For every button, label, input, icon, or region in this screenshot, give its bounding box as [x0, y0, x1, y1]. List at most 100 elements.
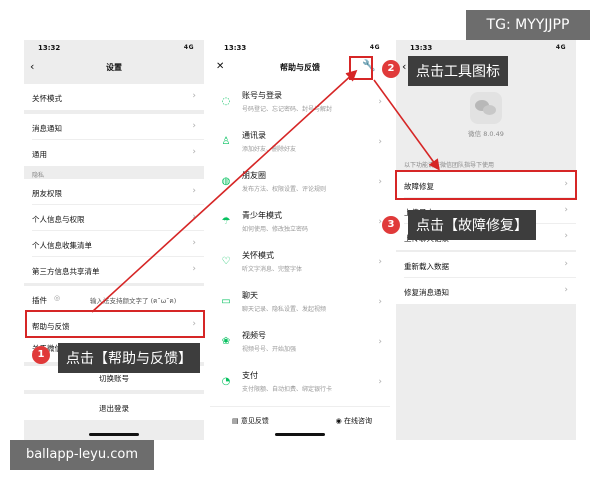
status-bar: 13:33 4G — [396, 40, 576, 54]
repair-notice-row[interactable]: 修复消息通知 › — [396, 278, 576, 304]
chevron-right-icon: › — [192, 186, 196, 196]
status-time: 13:33 — [410, 44, 433, 52]
chevron-right-icon: › — [192, 147, 196, 157]
tools-hint: 以下功能请在微信团队指导下使用 — [404, 162, 495, 169]
help-item-care-mode[interactable]: ♡ 关怀模式 听文字消息、完整字体 › — [210, 244, 390, 284]
help-item-payment[interactable]: ◔ 支付 支付限额、自动扣费、绑定银行卡 › — [210, 364, 390, 404]
chevron-right-icon: › — [378, 297, 382, 307]
settings-row-general[interactable]: 通用 › — [24, 140, 204, 166]
contacts-icon: ♙ — [221, 136, 231, 147]
help-item-contacts[interactable]: ♙ 通讯录 添加好友、删除好友 › — [210, 124, 390, 164]
signal-indicator: 4G — [555, 44, 566, 51]
step-2-callout: 点击工具图标 — [408, 56, 508, 86]
account-icon: ◌ — [221, 96, 231, 107]
help-item-title: 青少年模式 — [242, 211, 282, 220]
help-item-title: 聊天 — [242, 291, 258, 300]
chevron-right-icon: › — [378, 177, 382, 187]
help-item-channels[interactable]: ❀ 视频号 视频号号、开始加强 › — [210, 324, 390, 364]
help-item-subtitle: 支付限额、自动扣费、绑定银行卡 — [242, 386, 333, 393]
chevron-right-icon: › — [564, 285, 568, 295]
help-item-subtitle: 视频号号、开始加强 — [242, 346, 297, 353]
headset-icon: ◉ — [335, 417, 344, 425]
nav-bar: ‹ 设置 — [24, 56, 204, 78]
online-consult-button[interactable]: ◉ 在线咨询 — [336, 416, 372, 426]
chevron-right-icon: › — [192, 91, 196, 101]
feedback-button[interactable]: ▤ 意见反馈 — [232, 416, 269, 426]
chevron-right-icon: › — [192, 121, 196, 131]
feedback-label: 意见反馈 — [240, 417, 269, 425]
status-bar: 13:32 4G — [24, 40, 204, 54]
row-label: 插件 — [32, 296, 47, 305]
help-item-title: 通讯录 — [242, 131, 266, 140]
row-label: 个人信息与权限 — [32, 215, 85, 224]
settings-group-1: 关怀模式 › — [24, 84, 204, 110]
settings-row-care-mode[interactable]: 关怀模式 › — [24, 84, 204, 110]
help-item-subtitle: 聊天记录、隐私设置、发起视频 — [242, 306, 327, 313]
feedback-icon: ▤ — [232, 417, 241, 425]
home-indicator — [275, 433, 325, 436]
highlight-wrench — [349, 56, 373, 80]
help-item-title: 朋友圈 — [242, 171, 266, 180]
status-bar: 13:33 4G — [210, 40, 390, 54]
settings-group-plugins: 插件 ◎ 输入法支持颜文字了 (ฅ˘ω˘ฅ) — [24, 286, 204, 312]
back-icon[interactable]: ‹ — [402, 60, 406, 73]
highlight-fault-repair — [395, 170, 577, 200]
row-label: 通用 — [32, 150, 47, 159]
chevron-right-icon: › — [192, 212, 196, 222]
online-consult-label: 在线咨询 — [344, 417, 372, 425]
step-3-badge: 3 — [382, 216, 400, 234]
plugin-badge-icon: ◎ — [54, 294, 61, 302]
help-item-title: 视频号 — [242, 331, 266, 340]
settings-row-notifications[interactable]: 消息通知 › — [24, 114, 204, 140]
chevron-right-icon: › — [192, 238, 196, 248]
payment-icon: ◔ — [221, 376, 231, 387]
phone-screen-tools: 13:33 4G ‹ 微信 8.0.49 以下功能请在微信团队指导下使用 故障修… — [396, 40, 576, 440]
chat-icon: ▭ — [221, 296, 231, 307]
umbrella-icon: ☂ — [221, 216, 231, 227]
help-item-subtitle: 如何使用、修改独立密码 — [242, 226, 309, 233]
status-time: 13:33 — [224, 44, 247, 52]
row-label: 重新载入数据 — [404, 262, 449, 271]
settings-row-plugins[interactable]: 插件 ◎ 输入法支持颜文字了 (ฅ˘ω˘ฅ) — [24, 286, 204, 312]
row-label: 第三方信息共享清单 — [32, 267, 100, 276]
step-1-callout: 点击【帮助与反馈】 — [58, 343, 200, 373]
watermark-telegram: TG: MYYJJPP — [466, 10, 590, 40]
signal-indicator: 4G — [369, 44, 380, 51]
chevron-right-icon: › — [192, 264, 196, 274]
row-label: 个人信息收集清单 — [32, 241, 92, 250]
heart-icon: ♡ — [221, 256, 231, 267]
chevron-right-icon: › — [564, 231, 568, 241]
settings-row-third-party[interactable]: 第三方信息共享清单 › — [24, 257, 204, 283]
chevron-right-icon: › — [378, 377, 382, 387]
logout-button[interactable]: 退出登录 — [24, 394, 204, 420]
section-label-privacy: 隐私 — [32, 172, 45, 179]
help-item-title: 账号与登录 — [242, 91, 282, 100]
row-label: 朋友权限 — [32, 189, 62, 198]
status-time: 13:32 — [38, 44, 61, 52]
help-item-subtitle: 添加好友、删除好友 — [242, 146, 297, 153]
chevron-right-icon: › — [378, 97, 382, 107]
watermark-site: ballapp-leyu.com — [10, 440, 154, 470]
row-label: 修复消息通知 — [404, 288, 449, 297]
settings-row-info-collection[interactable]: 个人信息收集清单 › — [24, 231, 204, 257]
row-label: 消息通知 — [32, 124, 62, 133]
help-item-subtitle: 听文字消息、完整字体 — [242, 266, 303, 273]
help-item-subtitle: 发布方法、权限设置、评论规则 — [242, 186, 327, 193]
settings-row-friend-permissions[interactable]: 朋友权限 › — [24, 179, 204, 205]
reload-data-row[interactable]: 重新载入数据 › — [396, 252, 576, 278]
help-item-subtitle: 号码登记、忘记密码、封号与解封 — [242, 106, 333, 113]
chevron-right-icon: › — [564, 259, 568, 269]
step-2-badge: 2 — [382, 60, 400, 78]
help-item-chat[interactable]: ▭ 聊天 聊天记录、隐私设置、发起视频 › — [210, 284, 390, 324]
help-item-moments[interactable]: ◍ 朋友圈 发布方法、权限设置、评论规则 › — [210, 164, 390, 204]
settings-row-personal-info[interactable]: 个人信息与权限 › — [24, 205, 204, 231]
help-item-account[interactable]: ◌ 账号与登录 号码登记、忘记密码、封号与解封 › — [210, 84, 390, 124]
step-1-badge: 1 — [32, 346, 50, 364]
wechat-logo-icon — [470, 92, 502, 124]
phone-screen-help: 13:33 4G ✕ 帮助与反馈 🔧 ◌ 账号与登录 号码登记、忘记密码、封号与… — [210, 40, 390, 440]
chevron-right-icon: › — [378, 257, 382, 267]
help-item-teen-mode[interactable]: ☂ 青少年模式 如何使用、修改独立密码 › — [210, 204, 390, 244]
channels-icon: ❀ — [221, 336, 231, 347]
version-label: 微信 8.0.49 — [468, 130, 504, 138]
logout-label: 退出登录 — [99, 404, 129, 413]
